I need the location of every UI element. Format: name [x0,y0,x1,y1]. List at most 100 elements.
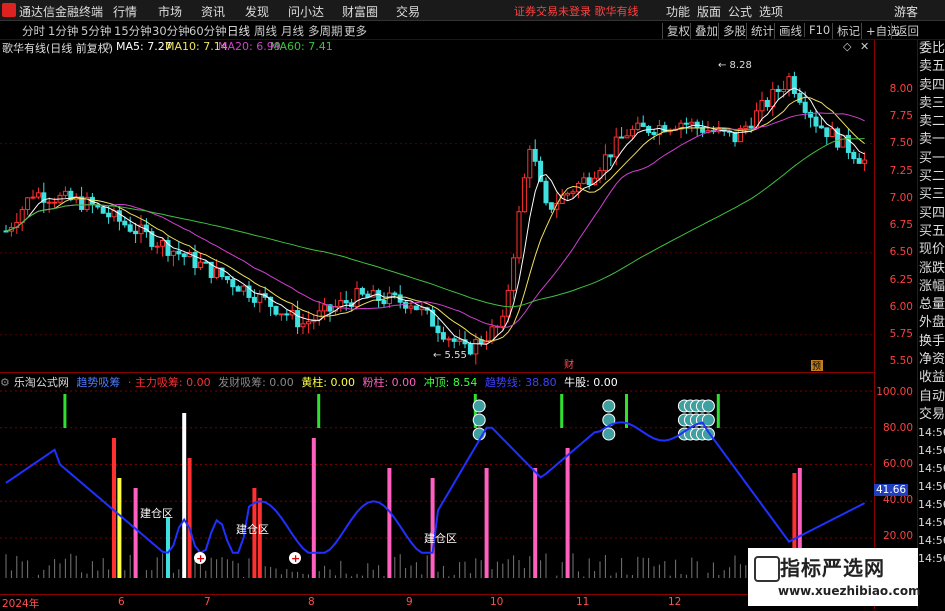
price-tick: 6.00 [889,301,913,313]
watermark-icon [754,556,780,582]
candle-body [197,261,203,269]
side-item[interactable]: 总量 [918,296,945,314]
ind-tick: 20.00 [882,530,913,542]
candle-body [732,131,738,143]
candle-body [651,131,657,135]
candle-body [35,192,41,198]
side-item[interactable]: 卖一 [918,131,945,149]
buy-signal-icon [602,399,616,413]
candle-body [408,305,414,309]
zone-label: 建仓区 [140,506,173,520]
date-tick: 11 [576,596,590,608]
kline-chart-canvas[interactable]: ← 8.28← 5.55财预建仓区建仓区建仓区建仓区++ [0,0,874,609]
indicator-gear-icon[interactable]: ⚙ [0,376,10,389]
price-axis: 8.00 7.75 7.50 7.25 7.00 6.75 6.50 6.25 … [874,40,917,609]
side-item[interactable]: 买二 [918,168,945,186]
plus-circle-icon: + [196,552,205,565]
side-item[interactable]: 14:56 [918,478,945,496]
signal-bar [430,478,435,578]
panel-divider [0,372,874,373]
candle-body [376,290,382,301]
candle-body [316,310,322,321]
side-item[interactable]: 自动 [918,388,945,406]
price-tick: 6.50 [889,246,913,258]
candle-body [413,305,419,311]
candle-body [565,192,571,196]
ind-tick: 60.00 [882,458,913,470]
buy-signal-icon [701,399,715,413]
side-item[interactable]: 买一 [918,150,945,168]
side-item[interactable]: 14:56 [918,550,945,568]
date-tick: 12 [668,596,682,608]
candle-body [619,136,625,139]
ind-item: 发财吸筹: 0.00 [218,376,294,389]
side-item[interactable]: 委比 [918,40,945,58]
candle-body [521,177,527,213]
candle-body [602,154,608,172]
price-tick: 6.75 [889,219,913,231]
side-item[interactable]: 卖三 [918,95,945,113]
candle-body [160,240,166,247]
side-item[interactable]: 收益 [918,369,945,387]
side-item[interactable]: 14:56 [918,460,945,478]
low-price-label: ← 5.55 [433,350,467,361]
candle-body [856,158,862,164]
side-item[interactable]: 净资 [918,351,945,369]
side-item[interactable]: 14:56 [918,424,945,442]
candle-body [338,300,344,308]
price-tick: 6.25 [889,274,913,286]
side-item[interactable]: 涨幅 [918,278,945,296]
candle-body [435,325,441,334]
candle-body [543,180,549,204]
candle-body [845,134,851,153]
side-item[interactable]: 外盘 [918,314,945,332]
candle-body [278,313,284,316]
side-item[interactable]: 14:56 [918,514,945,532]
side-item[interactable]: 14:56 [918,442,945,460]
candle-body [46,201,52,204]
side-item[interactable]: 卖二 [918,113,945,131]
side-item[interactable]: 买四 [918,205,945,223]
candle-body [116,210,122,222]
candle-body [473,339,479,355]
side-item[interactable]: 买三 [918,186,945,204]
ind-item: 冲顶: 8.54 [423,376,478,389]
candle-body [532,148,538,162]
candle-body [862,159,868,164]
signal-bar [166,518,170,578]
side-item[interactable]: 涨跌 [918,260,945,278]
candle-body [500,315,506,327]
candle-body [203,261,209,264]
high-price-label: ← 8.28 [718,60,752,71]
side-item[interactable]: 换手 [918,333,945,351]
buy-signal-icon [472,399,486,413]
ind-tick: 100.00 [876,386,913,398]
candle-body [608,154,614,158]
side-item[interactable]: 交易 [918,406,945,424]
side-item[interactable]: 现价 [918,241,945,259]
indicator-name[interactable]: 乐淘公式网 [14,376,69,389]
side-item[interactable]: 14:56 [918,496,945,514]
candle-body [791,76,797,95]
guest-user[interactable]: 游客 [894,3,918,20]
candle-body [451,338,457,342]
candle-body [25,197,31,210]
green-signal-bar [63,394,67,428]
candle-body [106,212,112,218]
side-item[interactable]: 买五 [918,223,945,241]
candle-body [624,135,630,139]
candle-body [295,310,301,328]
side-item[interactable]: 14:56 [918,532,945,550]
date-tick: 6 [118,596,125,608]
date-tick: 7 [204,596,211,608]
signal-bar [133,488,138,578]
candle-body [786,76,792,90]
candle-body [235,286,241,292]
candle-body [629,128,635,137]
btn-fanhui[interactable]: 返回 [891,23,919,39]
side-item[interactable]: 卖五 [918,58,945,76]
side-item[interactable]: 卖四 [918,77,945,95]
watermark-title: 指标严选网 [780,556,885,580]
candle-body [300,323,306,328]
date-axis: 2024年 6 7 8 9 10 11 12 [0,594,874,610]
